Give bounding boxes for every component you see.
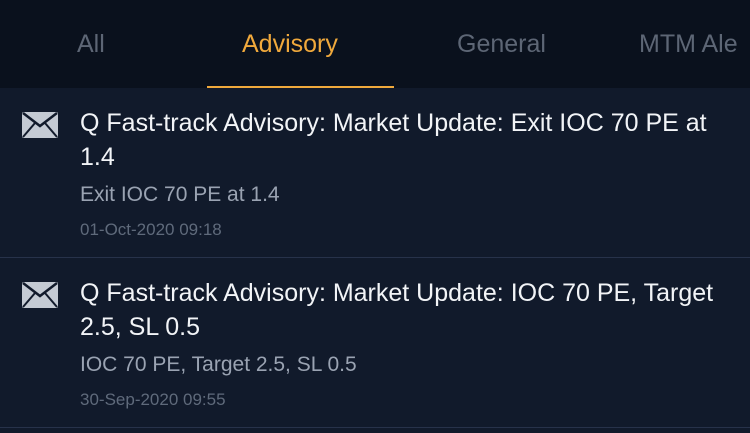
message-snippet: IOC 70 PE, Target 2.5, SL 0.5 xyxy=(80,353,357,376)
tab-bar: All Advisory General MTM Ale xyxy=(0,0,750,88)
envelope-icon xyxy=(22,282,58,308)
tab-all[interactable]: All xyxy=(77,0,105,88)
message-timestamp: 30-Sep-2020 09:55 xyxy=(80,390,226,409)
message-snippet: Exit IOC 70 PE at 1.4 xyxy=(80,183,280,206)
message-title: Q Fast-track Advisory: Market Update: IO… xyxy=(80,279,714,341)
tab-general[interactable]: General xyxy=(457,0,546,88)
message-list: Q Fast-track Advisory: Market Update: Ex… xyxy=(0,88,750,433)
message-item[interactable]: Q Fast-track Advisory: Market Update: Ex… xyxy=(0,88,750,258)
message-timestamp: 01-Oct-2020 09:18 xyxy=(80,220,222,239)
message-item[interactable]: Q Fast-track Advisory: Market Update: IO… xyxy=(0,258,750,428)
divider xyxy=(0,427,750,428)
tab-mtm-alerts[interactable]: MTM Ale xyxy=(639,0,738,88)
tab-advisory[interactable]: Advisory xyxy=(242,0,338,88)
envelope-icon xyxy=(22,112,58,138)
message-title: Q Fast-track Advisory: Market Update: Ex… xyxy=(80,109,707,171)
